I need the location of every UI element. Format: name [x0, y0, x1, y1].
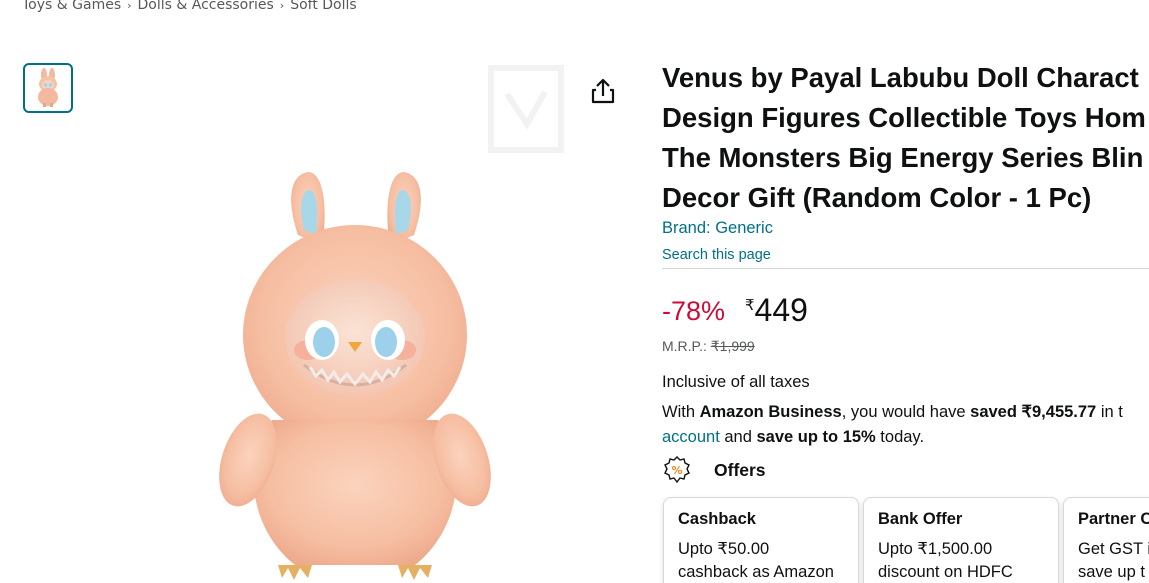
breadcrumb-dolls-accessories[interactable]: Dolls & Accessories — [138, 0, 274, 13]
mrp: M.R.P.: ₹1,999 — [662, 338, 755, 355]
offer-percent-icon: % — [664, 456, 690, 484]
image-thumbnail[interactable] — [23, 63, 73, 113]
svg-text:%: % — [671, 464, 682, 477]
offer-card-bank-offer[interactable]: Bank Offer Upto ₹1,500.00 discount on HD… — [863, 497, 1059, 583]
mrp-label: M.R.P.: — [662, 338, 707, 354]
product-main-image[interactable] — [200, 60, 500, 583]
share-button[interactable] — [588, 76, 618, 108]
offer-card-line: cashback as Amazon — [678, 563, 834, 581]
product-title: Venus by Payal Labubu Doll Charact Desig… — [662, 58, 1149, 218]
offer-card-line: Upto ₹50.00 — [678, 540, 770, 558]
discount-percentage: -78% — [662, 296, 726, 326]
search-this-page-link[interactable]: Search this page — [662, 247, 771, 263]
product-title-line: Design Figures Collectible Toys Hom — [662, 102, 1146, 133]
offer-card-partner[interactable]: Partner C Get GST i save up t — [1063, 497, 1149, 583]
business-account-link[interactable]: account — [662, 428, 720, 446]
breadcrumb-soft-dolls[interactable]: Soft Dolls — [290, 0, 357, 13]
offers-header: % Offers — [662, 455, 766, 485]
breadcrumb-separator: › — [279, 0, 285, 12]
business-save-percent: save up to 15% — [756, 428, 876, 446]
divider — [662, 268, 1149, 269]
offer-card-line: Get GST i — [1078, 540, 1149, 558]
offer-card-title: Bank Offer — [878, 510, 963, 528]
offer-card-description: Upto ₹1,500.00 discount on HDFC — [878, 538, 1044, 583]
share-icon — [591, 78, 615, 104]
offer-card-line: discount on HDFC — [878, 563, 1013, 581]
currency-symbol: ₹ — [745, 297, 755, 314]
brand-link[interactable]: Brand: Generic — [662, 219, 773, 238]
tax-note: Inclusive of all taxes — [662, 373, 810, 391]
offers-heading: Offers — [714, 459, 766, 480]
offer-card-cashback[interactable]: Cashback Upto ₹50.00 cashback as Amazon — [663, 497, 859, 583]
business-name: Amazon Business — [699, 403, 842, 421]
business-text: With — [662, 403, 700, 421]
offer-card-title: Cashback — [678, 510, 756, 528]
product-title-line: The Monsters Big Energy Series Blin — [662, 142, 1144, 173]
price-value: 449 — [754, 292, 808, 328]
offer-card-title: Partner C — [1078, 510, 1149, 528]
product-title-line: Decor Gift (Random Color - 1 Pc) — [662, 182, 1092, 213]
business-savings-amount: saved ₹9,455.77 — [970, 403, 1097, 421]
breadcrumb: Toys & Games › Dolls & Accessories › Soft Do… — [22, 0, 357, 13]
amazon-business-savings: With Amazon Business, you would have sav… — [662, 400, 1149, 450]
image-watermark — [488, 65, 564, 153]
offer-card-description: Upto ₹50.00 cashback as Amazon — [678, 538, 844, 583]
product-title-line: Venus by Payal Labubu Doll Charact — [662, 62, 1139, 93]
breadcrumb-separator: › — [127, 0, 132, 12]
business-text: today. — [875, 428, 925, 446]
offer-card-line: Upto ₹1,500.00 — [878, 540, 993, 558]
breadcrumb-toys-games[interactable]: Toys & Games — [22, 0, 121, 13]
business-text: in t — [1096, 403, 1123, 421]
doll-thumbnail-image — [38, 68, 58, 107]
mrp-value: ₹1,999 — [710, 338, 755, 354]
price: ₹449 — [745, 292, 808, 329]
business-text: and — [719, 428, 757, 446]
offer-card-description: Get GST i save up t — [1078, 538, 1149, 583]
business-text: , you would have — [841, 403, 971, 421]
labubu-doll-image — [219, 172, 491, 580]
offer-card-line: save up t — [1078, 563, 1145, 581]
